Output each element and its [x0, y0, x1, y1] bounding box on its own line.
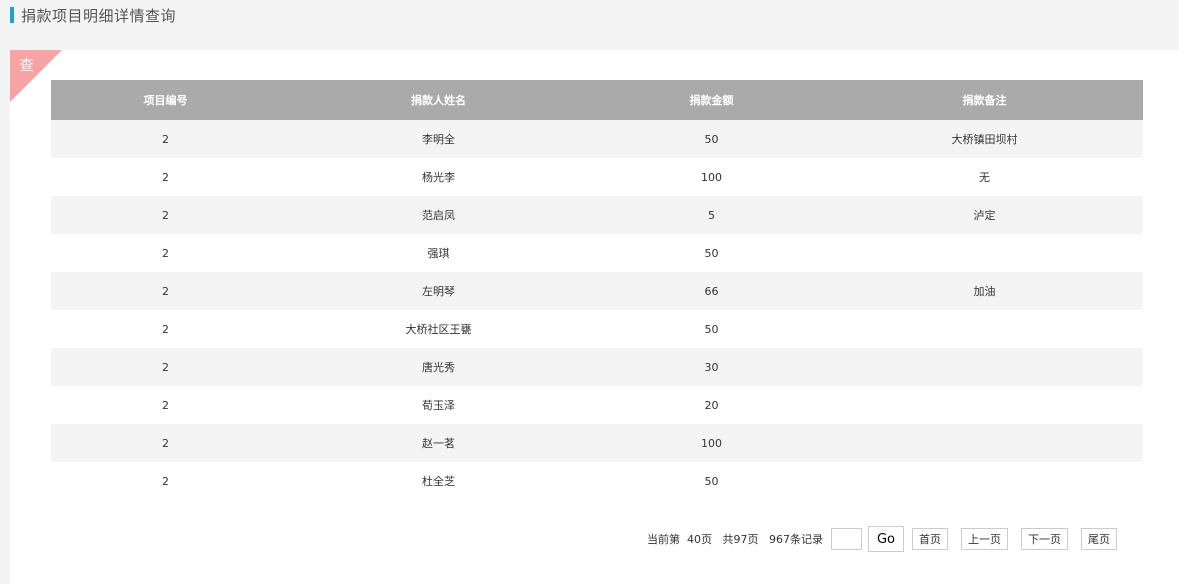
cell-donor-name: 杨光李 — [280, 158, 597, 196]
table-row: 2 强琪 50 — [51, 234, 1143, 272]
cell-project-id: 2 — [51, 424, 280, 462]
prev-page-button[interactable]: 上一页 — [961, 528, 1008, 550]
cell-project-id: 2 — [51, 196, 280, 234]
cell-amount: 20 — [597, 386, 826, 424]
cell-project-id: 2 — [51, 310, 280, 348]
page-title: 捐款项目明细详情查询 — [21, 6, 177, 25]
cell-amount: 100 — [597, 158, 826, 196]
cell-remark — [826, 424, 1143, 462]
cell-remark — [826, 348, 1143, 386]
cell-remark: 泸定 — [826, 196, 1143, 234]
cell-donor-name: 唐光秀 — [280, 348, 597, 386]
cell-amount: 66 — [597, 272, 826, 310]
cell-project-id: 2 — [51, 462, 280, 500]
table-row: 2 杨光李 100 无 — [51, 158, 1143, 196]
cell-amount: 5 — [597, 196, 826, 234]
cell-amount: 100 — [597, 424, 826, 462]
cell-project-id: 2 — [51, 158, 280, 196]
page-header: 捐款项目明细详情查询 — [10, 6, 177, 25]
cell-project-id: 2 — [51, 272, 280, 310]
column-header-project-id: 项目编号 — [51, 80, 280, 120]
pagination: 当前第 40页 共97页 967条记录 Go 首页 上一页 下一页 尾页 — [647, 526, 1117, 552]
cell-amount: 50 — [597, 234, 826, 272]
cell-remark — [826, 310, 1143, 348]
cell-remark — [826, 386, 1143, 424]
last-page-button[interactable]: 尾页 — [1081, 528, 1117, 550]
cell-donor-name: 荀玉泽 — [280, 386, 597, 424]
table-row: 2 李明全 50 大桥镇田坝村 — [51, 120, 1143, 158]
cell-donor-name: 左明琴 — [280, 272, 597, 310]
column-header-amount: 捐款金额 — [597, 80, 826, 120]
pagination-info: 当前第 40页 共97页 967条记录 — [647, 533, 823, 546]
table-row: 2 赵一茗 100 — [51, 424, 1143, 462]
cell-project-id: 2 — [51, 120, 280, 158]
table-row: 2 荀玉泽 20 — [51, 386, 1143, 424]
cell-donor-name: 李明全 — [280, 120, 597, 158]
cell-remark: 大桥镇田坝村 — [826, 120, 1143, 158]
cell-amount: 50 — [597, 462, 826, 500]
cell-remark: 无 — [826, 158, 1143, 196]
table-row: 2 唐光秀 30 — [51, 348, 1143, 386]
column-header-remark: 捐款备注 — [826, 80, 1143, 120]
table-row: 2 范启凤 5 泸定 — [51, 196, 1143, 234]
corner-badge-label: 查 — [19, 56, 35, 74]
cell-donor-name: 大桥社区王甕 — [280, 310, 597, 348]
cell-amount: 30 — [597, 348, 826, 386]
table-row: 2 杜全芝 50 — [51, 462, 1143, 500]
cell-donor-name: 杜全芝 — [280, 462, 597, 500]
cell-remark — [826, 234, 1143, 272]
cell-amount: 50 — [597, 120, 826, 158]
table-row: 2 左明琴 66 加油 — [51, 272, 1143, 310]
page-jump-input[interactable] — [831, 528, 862, 550]
cell-donor-name: 强琪 — [280, 234, 597, 272]
cell-amount: 50 — [597, 310, 826, 348]
cell-remark: 加油 — [826, 272, 1143, 310]
cell-project-id: 2 — [51, 348, 280, 386]
cell-donor-name: 范启凤 — [280, 196, 597, 234]
donation-table: 项目编号 捐款人姓名 捐款金额 捐款备注 2 李明全 50 大桥镇田坝村 2 杨… — [51, 80, 1143, 500]
cell-remark — [826, 462, 1143, 500]
cell-project-id: 2 — [51, 234, 280, 272]
column-header-donor-name: 捐款人姓名 — [280, 80, 597, 120]
go-button[interactable]: Go — [868, 526, 904, 552]
cell-donor-name: 赵一茗 — [280, 424, 597, 462]
content-panel: 查 项目编号 捐款人姓名 捐款金额 捐款备注 2 李明全 50 大桥镇田坝村 2… — [10, 50, 1179, 584]
table-row: 2 大桥社区王甕 50 — [51, 310, 1143, 348]
table-header-row: 项目编号 捐款人姓名 捐款金额 捐款备注 — [51, 80, 1143, 120]
next-page-button[interactable]: 下一页 — [1021, 528, 1068, 550]
cell-project-id: 2 — [51, 386, 280, 424]
title-accent-bar — [10, 7, 14, 23]
first-page-button[interactable]: 首页 — [912, 528, 948, 550]
